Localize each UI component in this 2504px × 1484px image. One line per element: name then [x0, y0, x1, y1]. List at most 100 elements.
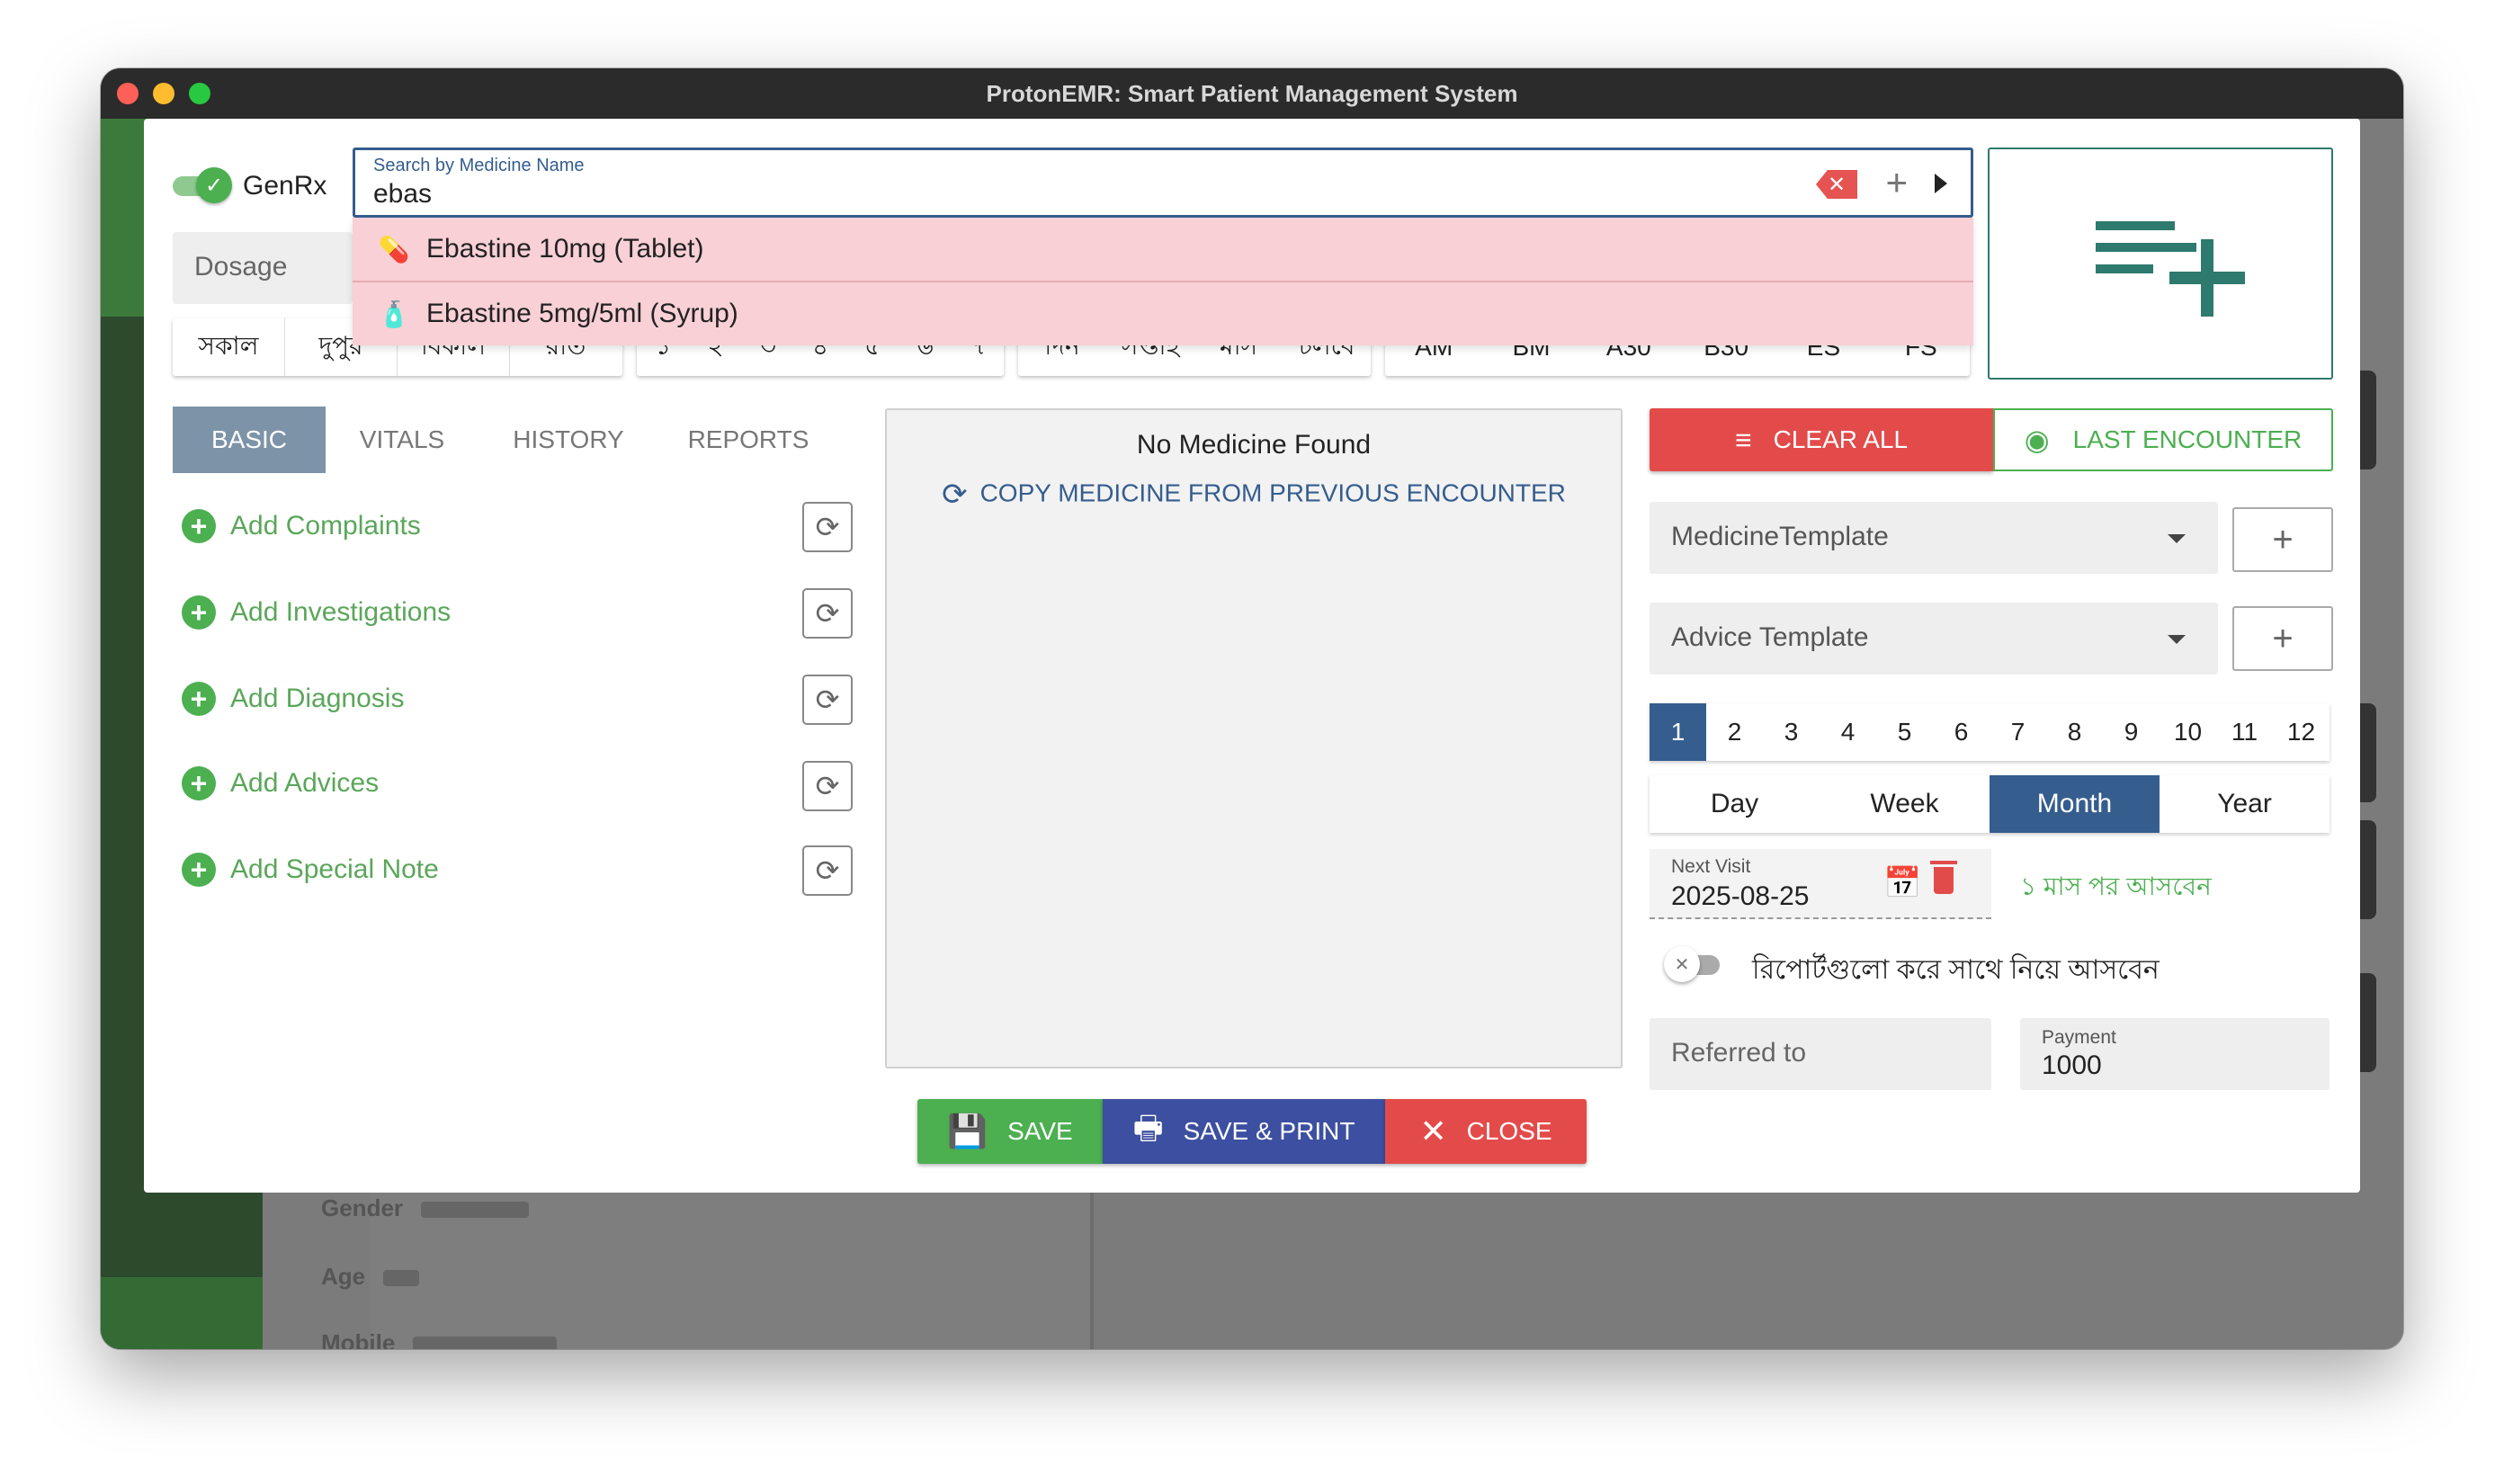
number-option[interactable]: 1	[1650, 703, 1706, 761]
genrx-toggle[interactable]: ✓	[173, 167, 232, 203]
number-option[interactable]: 9	[2103, 703, 2160, 761]
search-label: Search by Medicine Name	[373, 156, 585, 175]
follow-up-number-selector: 1 2 3 4 5 6 7 8 9 10 11 12	[1650, 703, 2330, 761]
bring-reports-label: রিপোর্টগুলো করে সাথে নিয়ে আসবেন	[1752, 955, 2160, 985]
medicine-list-panel: No Medicine Found ⟳ COPY MEDICINE FROM PR…	[885, 408, 1623, 1068]
background-gender-row: Gender	[321, 1194, 530, 1222]
number-option[interactable]: 8	[2046, 703, 2103, 761]
close-button[interactable]: ✕ CLOSE	[1385, 1099, 1587, 1164]
return-advice-text: ১ মাস পর আসবেন	[2020, 872, 2212, 900]
sync-icon: ⟳	[815, 684, 840, 716]
background-sidebar-footer	[101, 1277, 263, 1349]
number-option[interactable]: 6	[1933, 703, 1990, 761]
floppy-disk-icon: 💾	[947, 1113, 988, 1149]
genrx-label: GenRx	[243, 171, 327, 201]
minimize-window-button[interactable]	[153, 83, 174, 104]
last-encounter-button[interactable]: ◉ LAST ENCOUNTER	[1993, 408, 2333, 471]
sync-special-note-button[interactable]: ⟳	[802, 845, 853, 896]
sync-icon: ⟳	[815, 854, 840, 887]
refresh-icon: ⟳	[942, 478, 968, 512]
pill-icon: 💊	[378, 235, 410, 264]
sync-diagnosis-button[interactable]: ⟳	[802, 675, 853, 725]
advice-template-select[interactable]: Advice Template	[1650, 603, 2218, 675]
dropdown-caret-icon	[2168, 635, 2186, 644]
plus-icon: +	[2272, 519, 2294, 559]
tab-vitals[interactable]: VITALS	[326, 407, 478, 473]
add-circle-icon: +	[182, 766, 216, 800]
zoom-window-button[interactable]	[189, 83, 210, 104]
add-investigations-button[interactable]: + Add Investigations	[182, 595, 451, 630]
clear-search-icon[interactable]: ✕	[1816, 170, 1857, 199]
add-advices-button[interactable]: + Add Advices	[182, 766, 379, 800]
check-icon: ✓	[196, 167, 232, 203]
tab-reports[interactable]: REPORTS	[658, 407, 838, 473]
tab-history[interactable]: HISTORY	[478, 407, 658, 473]
add-complaints-button[interactable]: + Add Complaints	[182, 509, 421, 543]
unit-year[interactable]: Year	[2160, 775, 2330, 833]
number-option[interactable]: 10	[2160, 703, 2216, 761]
background-age-row: Age	[321, 1263, 420, 1291]
tab-basic[interactable]: BASIC	[173, 407, 326, 473]
empty-medicine-text: No Medicine Found	[1136, 430, 1372, 460]
background-mobile-row: Mobile	[321, 1329, 558, 1349]
title-bar: ProtonEMR: Smart Patient Management Syst…	[101, 68, 2403, 119]
add-circle-icon: +	[182, 509, 216, 543]
sync-icon: ⟳	[815, 511, 840, 543]
save-button[interactable]: 💾 SAVE	[917, 1099, 1103, 1164]
dropdown-caret-icon	[2168, 534, 2186, 543]
suggestion-item[interactable]: 🧴 Ebastine 5mg/5ml (Syrup)	[353, 282, 1973, 345]
medicine-template-select[interactable]: MedicineTemplate	[1650, 502, 2218, 574]
delete-icon[interactable]	[1930, 861, 1957, 894]
suggestion-item[interactable]: 💊 Ebastine 10mg (Tablet)	[353, 218, 1973, 281]
follow-up-unit-selector: Day Week Month Year	[1650, 775, 2330, 833]
next-visit-field[interactable]: Next Visit 2025-08-25 📅	[1650, 849, 1991, 919]
add-circle-icon: +	[182, 595, 216, 630]
prescription-dialog: ✓ GenRx Search by Medicine Name ebas ✕ +…	[144, 119, 2360, 1193]
syrup-bottle-icon: 🧴	[378, 299, 410, 328]
plus-icon: +	[2272, 618, 2294, 658]
window-title: ProtonEMR: Smart Patient Management Syst…	[986, 79, 1518, 107]
list-add-icon	[2096, 221, 2175, 230]
clear-all-button[interactable]: ≡ CLEAR ALL	[1650, 408, 1993, 471]
add-to-prescription-button[interactable]	[1988, 148, 2333, 380]
copy-previous-medicine-button[interactable]: ⟳ COPY MEDICINE FROM PREVIOUS ENCOUNTER	[887, 477, 1621, 513]
add-medicine-icon[interactable]: +	[1885, 161, 1908, 204]
caret-right-icon[interactable]	[1935, 174, 1947, 193]
number-option[interactable]: 4	[1820, 703, 1876, 761]
add-medicine-template-button[interactable]: +	[2232, 507, 2333, 572]
close-icon: ✕	[1664, 946, 1700, 982]
referred-to-input[interactable]: Referred to	[1650, 1018, 1991, 1090]
close-window-button[interactable]	[117, 83, 139, 104]
printer-icon: 🖶	[1132, 1108, 1164, 1146]
search-value[interactable]: ebas	[373, 179, 432, 210]
add-diagnosis-button[interactable]: + Add Diagnosis	[182, 682, 404, 716]
number-option[interactable]: 2	[1706, 703, 1763, 761]
sync-complaints-button[interactable]: ⟳	[802, 502, 853, 552]
unit-week[interactable]: Week	[1820, 775, 1990, 833]
dosage-input[interactable]: Dosage	[173, 232, 353, 304]
medicine-search-input[interactable]: Search by Medicine Name ebas ✕ +	[353, 148, 1973, 218]
sync-icon: ⟳	[815, 597, 840, 630]
bring-reports-toggle[interactable]: ✕	[1664, 946, 1722, 982]
unit-month[interactable]: Month	[1990, 775, 2160, 833]
add-special-note-button[interactable]: + Add Special Note	[182, 853, 439, 887]
calendar-icon[interactable]: 📅	[1883, 865, 1921, 901]
window-controls	[117, 83, 210, 104]
number-option[interactable]: 7	[1990, 703, 2046, 761]
number-option[interactable]: 11	[2216, 703, 2273, 761]
sync-icon: ⟳	[815, 770, 840, 802]
close-icon: ✕	[1419, 1113, 1447, 1149]
medicine-suggestions: 💊 Ebastine 10mg (Tablet) 🧴 Ebastine 5mg/…	[353, 218, 1973, 345]
number-option[interactable]: 3	[1763, 703, 1820, 761]
payment-input[interactable]: Payment 1000	[2020, 1018, 2330, 1090]
sync-advices-button[interactable]: ⟳	[802, 761, 853, 811]
number-option[interactable]: 12	[2273, 703, 2330, 761]
unit-day[interactable]: Day	[1650, 775, 1820, 833]
chip-morning[interactable]: সকাল	[173, 318, 285, 376]
number-option[interactable]: 5	[1876, 703, 1933, 761]
save-print-button[interactable]: 🖶 SAVE & PRINT	[1103, 1099, 1385, 1164]
add-advice-template-button[interactable]: +	[2232, 606, 2333, 671]
clear-list-icon: ≡	[1734, 423, 1752, 456]
add-circle-icon: +	[182, 682, 216, 716]
sync-investigations-button[interactable]: ⟳	[802, 588, 853, 639]
